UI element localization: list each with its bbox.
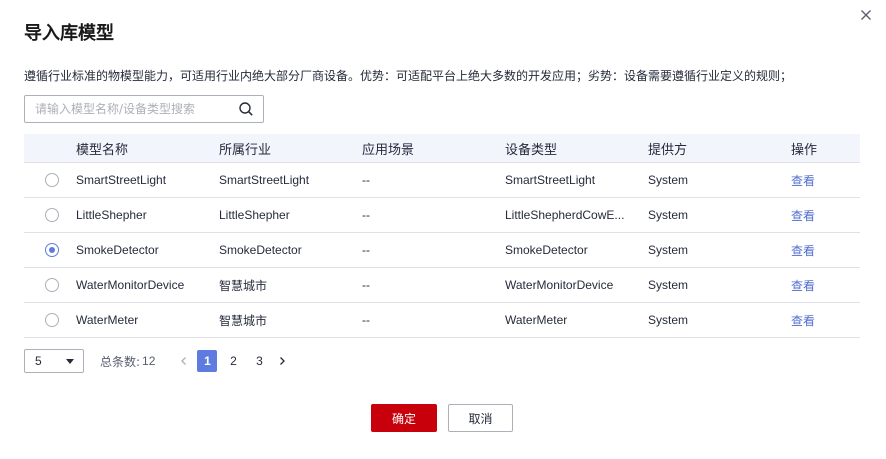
cell-device-type: SmartStreetLight — [505, 173, 596, 187]
view-link[interactable]: 查看 — [791, 314, 815, 328]
chevron-left-icon[interactable] — [177, 354, 191, 368]
table-row[interactable]: WaterMonitorDevice 智慧城市 -- WaterMonitorD… — [24, 268, 860, 303]
view-link[interactable]: 查看 — [791, 279, 815, 293]
cell-provider: System — [648, 278, 689, 292]
view-link[interactable]: 查看 — [791, 244, 815, 258]
cell-device-type: LittleShepherdCowE... — [505, 208, 625, 222]
row-radio[interactable] — [45, 208, 59, 222]
table-row[interactable]: WaterMeter 智慧城市 -- WaterMeter System 查看 — [24, 303, 860, 338]
page-3-button[interactable]: 3 — [249, 350, 269, 372]
dialog-description: 遵循行业标准的物模型能力，可适用行业内绝大部分厂商设备。优势：可适配平台上绝大多… — [24, 69, 793, 83]
cell-scene: -- — [362, 313, 370, 327]
cell-scene: -- — [362, 208, 370, 222]
cell-device-type: WaterMeter — [505, 313, 568, 327]
column-header-device-type: 设备类型 — [505, 142, 558, 158]
table-row[interactable]: LittleShepher LittleShepher -- LittleShe… — [24, 198, 860, 233]
cell-industry: SmokeDetector — [219, 243, 302, 257]
cell-industry: 智慧城市 — [219, 278, 268, 293]
caret-down-icon — [66, 359, 74, 364]
confirm-button[interactable]: 确定 — [371, 404, 437, 432]
cell-scene: -- — [362, 278, 370, 292]
row-radio[interactable] — [45, 313, 59, 327]
column-header-industry: 所属行业 — [219, 142, 272, 158]
row-radio[interactable] — [45, 278, 59, 292]
cell-provider: System — [648, 173, 689, 187]
cell-model-name: LittleShepher — [76, 208, 147, 222]
pagination: 5 总条数: 12 1 2 3 — [24, 348, 289, 374]
page-1-button[interactable]: 1 — [197, 350, 218, 372]
cell-model-name: WaterMonitorDevice — [76, 278, 185, 292]
column-header-model-name: 模型名称 — [76, 142, 129, 158]
cell-model-name: SmartStreetLight — [76, 173, 167, 187]
close-icon[interactable] — [857, 6, 875, 24]
cell-provider: System — [648, 313, 689, 327]
cell-scene: -- — [362, 243, 370, 257]
column-header-action: 操作 — [791, 142, 818, 158]
cancel-button[interactable]: 取消 — [448, 404, 513, 432]
model-table: 模型名称 所属行业 应用场景 设备类型 提供方 操作 SmartStreetLi… — [24, 134, 860, 338]
table-row[interactable]: SmokeDetector SmokeDetector -- SmokeDete… — [24, 233, 860, 268]
table-row[interactable]: SmartStreetLight SmartStreetLight -- Sma… — [24, 163, 860, 198]
column-header-provider: 提供方 — [648, 142, 688, 158]
cell-scene: -- — [362, 173, 370, 187]
import-model-dialog: 导入库模型 遵循行业标准的物模型能力，可适用行业内绝大部分厂商设备。优势：可适配… — [0, 0, 886, 459]
cell-industry: SmartStreetLight — [219, 173, 310, 187]
cell-industry: LittleShepher — [219, 208, 290, 222]
page-2-button[interactable]: 2 — [223, 350, 243, 372]
table-header: 模型名称 所属行业 应用场景 设备类型 提供方 操作 — [24, 134, 860, 163]
row-radio[interactable] — [45, 173, 59, 187]
cell-device-type: SmokeDetector — [505, 243, 588, 257]
view-link[interactable]: 查看 — [791, 209, 815, 223]
cell-model-name: WaterMeter — [76, 313, 139, 327]
page-size-select[interactable]: 5 — [24, 349, 84, 373]
cell-model-name: SmokeDetector — [76, 243, 159, 257]
cell-provider: System — [648, 208, 689, 222]
search-box — [24, 95, 264, 123]
search-input[interactable] — [25, 96, 235, 122]
search-icon[interactable] — [238, 101, 254, 117]
cell-provider: System — [648, 243, 689, 257]
chevron-right-icon[interactable] — [275, 354, 289, 368]
page-size-value: 5 — [35, 354, 42, 368]
total-count: 12 — [142, 354, 156, 368]
column-header-scene: 应用场景 — [362, 142, 415, 158]
total-label: 总条数: — [100, 354, 141, 369]
cell-device-type: WaterMonitorDevice — [505, 278, 614, 292]
view-link[interactable]: 查看 — [791, 174, 815, 188]
cell-industry: 智慧城市 — [219, 313, 268, 328]
dialog-title: 导入库模型 — [24, 23, 114, 44]
row-radio-selected[interactable] — [45, 243, 59, 257]
